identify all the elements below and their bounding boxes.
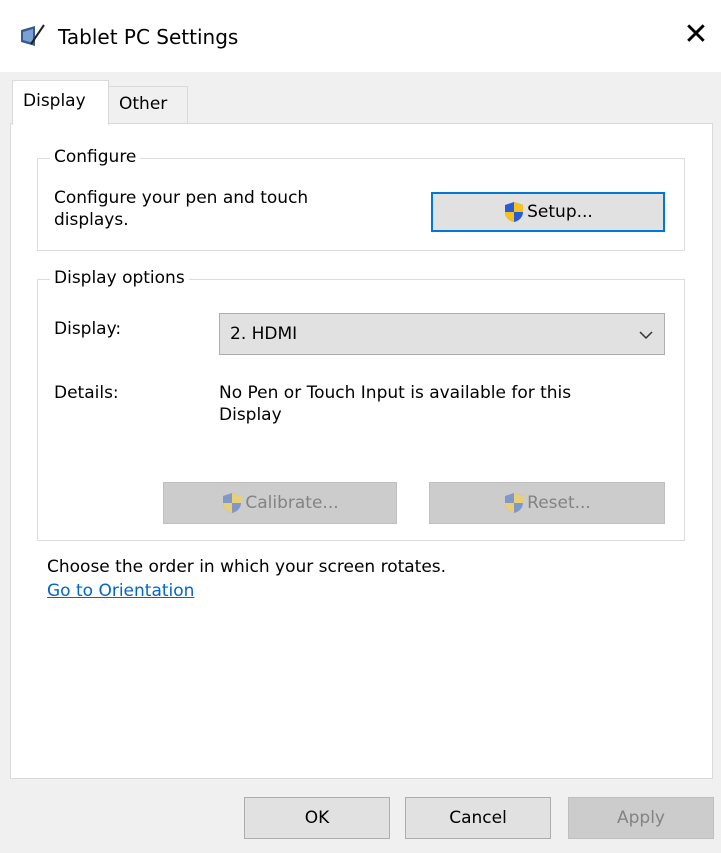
tab-display-label: Display — [23, 91, 86, 111]
reset-label: Reset... — [527, 493, 591, 513]
display-tab-panel: Configure Configure your pen and touch d… — [10, 123, 713, 779]
window-title: Tablet PC Settings — [58, 25, 239, 49]
configure-description-line2: displays. — [54, 210, 129, 230]
display-select-value: 2. HDMI — [230, 324, 298, 344]
display-label: Display: — [54, 319, 122, 339]
details-line2: Display — [219, 405, 282, 425]
configure-description-line1: Configure your pen and touch — [54, 188, 309, 208]
title-bar: Tablet PC Settings ✕ — [0, 0, 721, 72]
tab-other-label: Other — [119, 94, 168, 114]
tablet-pen-icon — [19, 24, 45, 48]
display-options-legend: Display options — [50, 266, 189, 290]
chevron-down-icon — [638, 327, 654, 343]
uac-shield-icon — [503, 492, 525, 514]
uac-shield-icon — [221, 492, 243, 514]
display-options-group: Display options Display: 2. HDMI Details… — [37, 266, 685, 541]
calibrate-label: Calibrate... — [245, 493, 339, 513]
details-line1: No Pen or Touch Input is available for t… — [219, 383, 572, 403]
ok-button[interactable]: OK — [244, 797, 390, 839]
display-select[interactable]: 2. HDMI — [219, 313, 665, 355]
details-label: Details: — [54, 383, 119, 403]
close-icon: ✕ — [683, 17, 709, 52]
cancel-label: Cancel — [449, 808, 507, 828]
setup-button[interactable]: Setup... — [431, 192, 665, 232]
configure-legend: Configure — [50, 145, 141, 169]
cancel-button[interactable]: Cancel — [405, 797, 551, 839]
uac-shield-icon — [503, 201, 525, 223]
orientation-link[interactable]: Go to Orientation — [47, 580, 194, 602]
close-button[interactable]: ✕ — [680, 20, 712, 52]
tab-other[interactable]: Other — [108, 86, 188, 124]
orientation-text: Choose the order in which your screen ro… — [47, 557, 447, 577]
calibrate-button[interactable]: Calibrate... — [163, 482, 397, 524]
tab-display[interactable]: Display — [12, 80, 109, 125]
reset-button[interactable]: Reset... — [429, 482, 665, 524]
apply-button[interactable]: Apply — [568, 797, 714, 839]
apply-label: Apply — [617, 808, 665, 828]
ok-label: OK — [304, 808, 330, 828]
configure-group: Configure Configure your pen and touch d… — [37, 145, 685, 251]
setup-label: Setup... — [527, 202, 593, 222]
